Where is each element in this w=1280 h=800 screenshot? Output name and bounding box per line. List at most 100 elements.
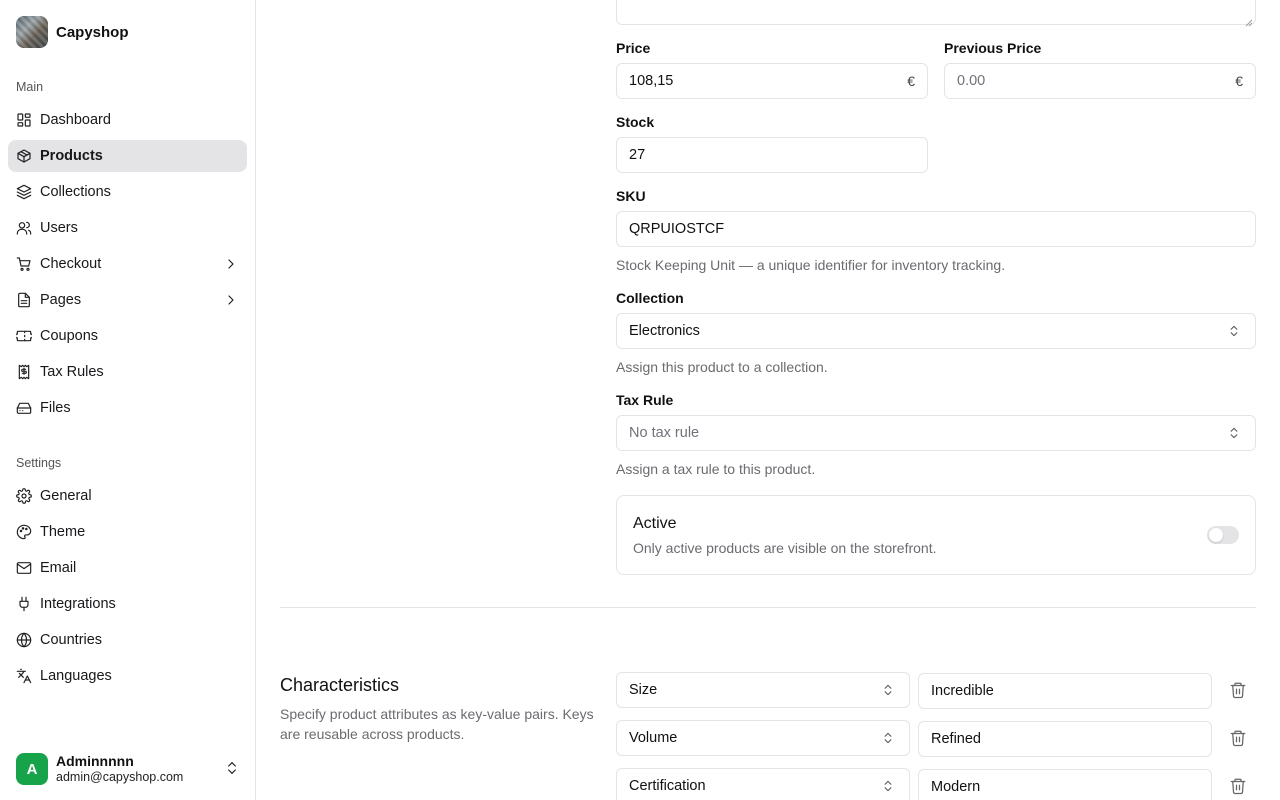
sidebar-item-label: Dashboard <box>40 112 111 128</box>
trash-icon[interactable] <box>1229 729 1247 747</box>
settings-group-label: Settings <box>16 456 62 470</box>
characteristic-key-select[interactable]: Size <box>616 672 910 708</box>
sidebar-item-label: General <box>40 488 92 504</box>
sidebar-item-label: Pages <box>40 292 82 308</box>
characteristic-value: Modern <box>931 779 981 795</box>
sidebar-item-label: Files <box>40 400 71 416</box>
globe-icon <box>16 632 32 648</box>
sku-value: QRPUIOSTCF <box>629 221 725 237</box>
characteristic-value-input[interactable]: Refined <box>918 721 1212 757</box>
sku-field[interactable]: QRPUIOSTCF <box>616 211 1256 247</box>
chevrons-up-down-icon <box>881 779 895 793</box>
chevron-right-icon <box>223 292 239 308</box>
user-email: admin@capyshop.com <box>56 770 184 784</box>
active-card: Active Only active products are visible … <box>616 495 1256 575</box>
chevrons-up-down-icon <box>881 683 895 697</box>
user-menu[interactable]: A Adminnnnn admin@capyshop.com <box>16 752 246 786</box>
user-name: Adminnnnn <box>56 753 134 769</box>
brand-logo <box>16 16 48 48</box>
sidebar-item-collections[interactable]: Collections <box>8 176 247 208</box>
tax-rule-label: Tax Rule <box>616 392 674 408</box>
section-divider <box>280 607 1256 608</box>
characteristic-value: Refined <box>931 731 981 747</box>
sidebar-item-general[interactable]: General <box>8 480 247 512</box>
sidebar-item-files[interactable]: Files <box>8 392 247 424</box>
sidebar-item-checkout[interactable]: Checkout <box>8 248 247 280</box>
tax-rule-select[interactable]: No tax rule <box>616 415 1256 451</box>
tax-rule-help: Assign a tax rule to this product. <box>616 461 816 477</box>
sidebar-item-label: Products <box>40 148 103 164</box>
sidebar-item-coupons[interactable]: Coupons <box>8 320 247 352</box>
sidebar-item-label: Languages <box>40 668 112 684</box>
sidebar-item-label: Tax Rules <box>40 364 104 380</box>
description-textarea[interactable] <box>616 0 1256 27</box>
price-field[interactable]: 108,15 € <box>616 63 928 99</box>
characteristic-value: Incredible <box>931 683 994 699</box>
dashboard-icon <box>16 112 32 128</box>
characteristic-value-input[interactable]: Incredible <box>918 673 1212 709</box>
gear-icon <box>16 488 32 504</box>
palette-icon <box>16 524 32 540</box>
currency-suffix: € <box>1235 73 1243 89</box>
characteristic-value-input[interactable]: Modern <box>918 769 1212 800</box>
characteristic-key: Certification <box>629 778 706 794</box>
cart-icon <box>16 256 32 272</box>
sidebar-item-label: Collections <box>40 184 111 200</box>
sidebar-item-tax-rules[interactable]: Tax Rules <box>8 356 247 388</box>
sidebar-item-email[interactable]: Email <box>8 552 247 584</box>
plug-icon <box>16 596 32 612</box>
sidebar-item-label: Coupons <box>40 328 99 344</box>
trash-icon[interactable] <box>1229 681 1247 699</box>
users-icon <box>16 220 32 236</box>
sidebar-item-theme[interactable]: Theme <box>8 516 247 548</box>
toggle-knob <box>1209 528 1223 542</box>
collection-help: Assign this product to a collection. <box>616 359 828 375</box>
sidebar-item-users[interactable]: Users <box>8 212 247 244</box>
chevrons-up-down-icon[interactable] <box>224 760 240 776</box>
characteristic-key-select[interactable]: Volume <box>616 720 910 756</box>
previous-price-field[interactable]: 0.00 € <box>944 63 1256 99</box>
sku-help: Stock Keeping Unit — a unique identifier… <box>616 257 1006 273</box>
main-group-label: Main <box>16 80 44 94</box>
tax-rule-value: No tax rule <box>629 425 700 441</box>
collection-label: Collection <box>616 290 684 306</box>
sidebar-item-label: Users <box>40 220 78 236</box>
sidebar-item-countries[interactable]: Countries <box>8 624 247 656</box>
sidebar: Capyshop Main Dashboard Products Collect… <box>0 0 256 800</box>
sidebar-item-languages[interactable]: Languages <box>8 660 247 692</box>
price-value: 108,15 <box>629 73 674 89</box>
sidebar-item-label: Countries <box>40 632 103 648</box>
sidebar-item-integrations[interactable]: Integrations <box>8 588 247 620</box>
active-toggle[interactable] <box>1207 526 1239 544</box>
characteristics-title: Characteristics <box>280 675 400 695</box>
sku-label: SKU <box>616 188 646 204</box>
stock-field[interactable]: 27 <box>616 137 928 173</box>
brand[interactable]: Capyshop <box>16 16 129 48</box>
sidebar-item-dashboard[interactable]: Dashboard <box>8 104 247 136</box>
sidebar-item-label: Integrations <box>40 596 116 612</box>
characteristic-key: Size <box>629 682 658 698</box>
collection-value: Electronics <box>629 323 700 339</box>
sidebar-item-products[interactable]: Products <box>8 140 247 172</box>
trash-icon[interactable] <box>1229 777 1247 795</box>
characteristics-description: Specify product attributes as key-value … <box>280 706 594 742</box>
resize-grip-icon[interactable] <box>1245 14 1253 27</box>
characteristic-key: Volume <box>629 730 678 746</box>
previous-price-placeholder: 0.00 <box>957 73 986 89</box>
ticket-icon <box>16 328 32 344</box>
active-title: Active <box>633 515 677 532</box>
mail-icon <box>16 560 32 576</box>
stock-value: 27 <box>629 147 646 163</box>
chevrons-up-down-icon <box>1227 426 1241 440</box>
chevron-right-icon <box>223 256 239 272</box>
package-icon <box>16 148 32 164</box>
price-label: Price <box>616 40 651 56</box>
active-description: Only active products are visible on the … <box>633 540 937 556</box>
characteristic-key-select[interactable]: Certification <box>616 768 910 800</box>
receipt-icon <box>16 364 32 380</box>
languages-icon <box>16 668 32 684</box>
hard-drive-icon <box>16 400 32 416</box>
sidebar-item-pages[interactable]: Pages <box>8 284 247 316</box>
collection-select[interactable]: Electronics <box>616 313 1256 349</box>
stock-label: Stock <box>616 114 655 130</box>
